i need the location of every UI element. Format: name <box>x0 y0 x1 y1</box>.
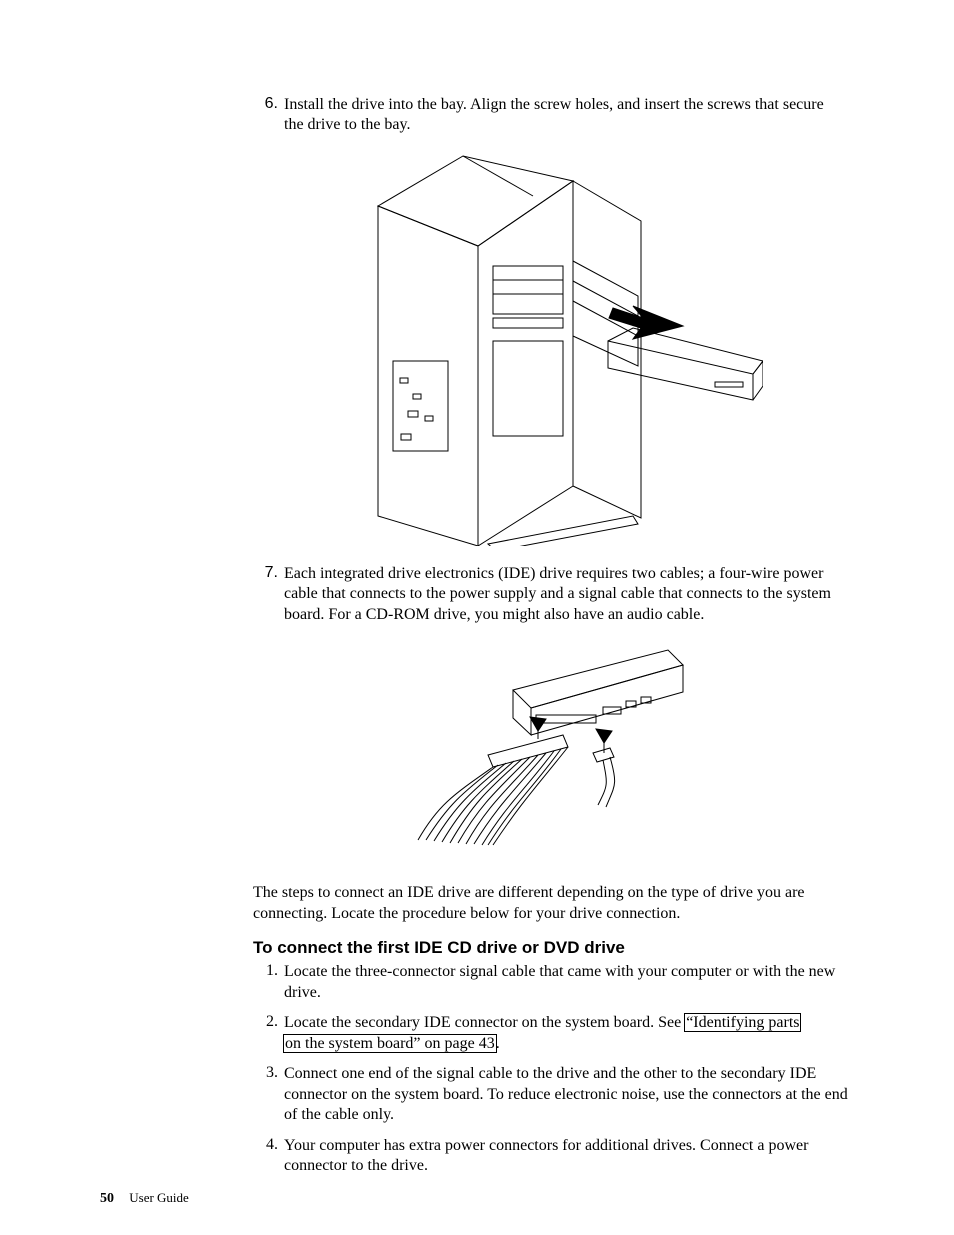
text-before: Locate the secondary IDE connector on th… <box>284 1014 685 1031</box>
subhead: To connect the first IDE CD drive or DVD… <box>253 938 853 958</box>
step-text: Connect one end of the signal cable to t… <box>284 1064 853 1125</box>
page-number: 50 <box>100 1191 114 1206</box>
step-number: 2. <box>253 1013 284 1054</box>
substep-3: 3. Connect one end of the signal cable t… <box>253 1064 853 1125</box>
sub-steps-list: 1. Locate the three-connector signal cab… <box>253 962 853 1176</box>
step-number: 4. <box>253 1136 284 1177</box>
content-column: 6. Install the drive into the bay. Align… <box>253 95 843 865</box>
page-footer: 50 User Guide <box>100 1190 189 1207</box>
substep-4: 4. Your computer has extra power connect… <box>253 1136 853 1177</box>
step-number: 1. <box>253 962 284 1003</box>
outer-steps-list: 6. Install the drive into the bay. Align… <box>253 95 843 136</box>
substep-2: 2. Locate the secondary IDE connector on… <box>253 1013 853 1054</box>
subsection: To connect the first IDE CD drive or DVD… <box>253 938 853 1176</box>
figure-cable-connect <box>253 635 843 865</box>
outer-steps-list-2: 7. Each integrated drive electronics (ID… <box>253 564 843 625</box>
step-number: 7. <box>253 564 284 625</box>
step-number: 3. <box>253 1064 284 1125</box>
text-after: . <box>496 1035 500 1052</box>
step-text: Install the drive into the bay. Align th… <box>284 95 843 136</box>
step-text: Your computer has extra power connectors… <box>284 1136 853 1177</box>
page-content: 6. Install the drive into the bay. Align… <box>100 95 860 1187</box>
footer-label: User Guide <box>129 1190 189 1205</box>
substep-1: 1. Locate the three-connector signal cab… <box>253 962 853 1003</box>
figure-drive-bay <box>253 146 843 546</box>
drive-bay-diagram <box>333 146 763 546</box>
step-number: 6. <box>253 95 284 136</box>
crossref-link[interactable]: on the system board” on page 43 <box>283 1034 497 1053</box>
ide-cable-diagram <box>398 635 698 865</box>
step-6: 6. Install the drive into the bay. Align… <box>253 95 843 136</box>
step-text: Each integrated drive electronics (IDE) … <box>284 564 843 625</box>
step-text: Locate the three-connector signal cable … <box>284 962 853 1003</box>
step-7: 7. Each integrated drive electronics (ID… <box>253 564 843 625</box>
crossref-link[interactable]: “Identifying parts <box>684 1013 801 1032</box>
mid-paragraph: The steps to connect an IDE drive are di… <box>253 883 853 924</box>
step-text: Locate the secondary IDE connector on th… <box>284 1013 853 1054</box>
